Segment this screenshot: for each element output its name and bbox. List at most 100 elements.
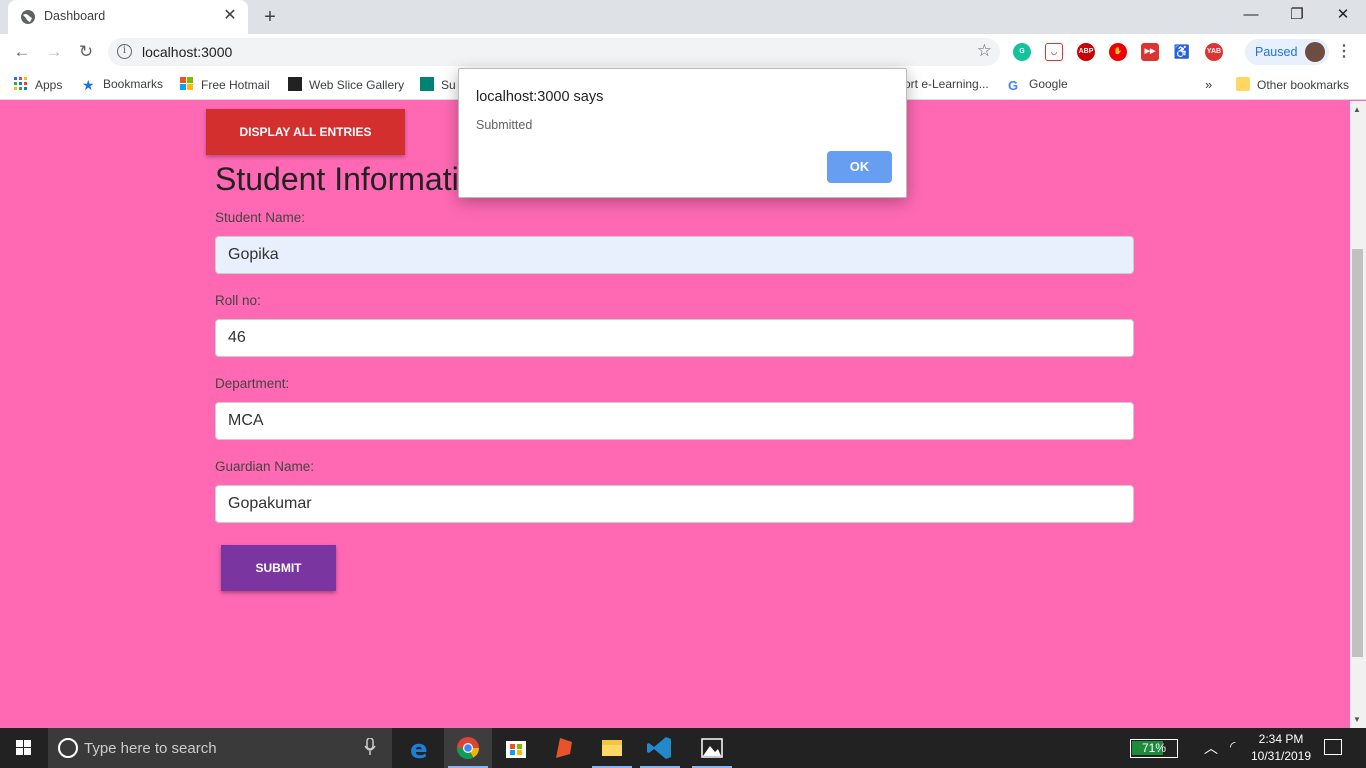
taskbar-file-explorer[interactable] [588,728,636,768]
bookmark-label: Su [441,78,456,92]
bookmark-label: Bookmarks [103,77,164,91]
scroll-down-icon[interactable]: ▼ [1353,715,1361,724]
bookmark-label: Other bookmarks [1257,78,1350,92]
page-scrollbar[interactable]: ▲ ▼ [1350,101,1366,728]
bookmark-label: Apps [35,78,63,92]
ok-button[interactable]: OK [827,151,892,183]
bookmark-label: Web Slice Gallery [309,78,405,92]
windows-taskbar: Type here to search e 71% ︿ ◜ 2:34 PM 10… [0,728,1366,768]
info-icon[interactable]: i [117,44,132,59]
cortana-icon [58,738,78,758]
new-tab-button[interactable]: + [258,6,282,28]
scrollbar-thumb[interactable] [1352,249,1363,657]
windows-start-icon[interactable] [0,728,48,768]
clock[interactable]: 2:34 PM 10/31/2019 [1248,731,1314,765]
close-tab-icon[interactable]: ✕ [220,6,240,26]
globe-icon [21,10,35,24]
bookmark-bing[interactable]: Su [420,77,456,92]
avatar [1305,42,1325,62]
vscode-icon [647,737,671,759]
battery-indicator[interactable]: 71% [1130,739,1178,758]
yab-icon[interactable]: YAB [1205,43,1223,61]
bookmark-google[interactable]: G Google [1008,77,1068,93]
taskbar-store[interactable] [492,728,540,768]
apps-grid-icon [14,77,27,90]
profile-button[interactable]: Paused [1245,39,1329,65]
clock-date: 10/31/2019 [1250,749,1312,763]
guardian-name-label: Guardian Name: [215,459,315,474]
google-icon: G [1008,78,1019,93]
taskbar-vscode[interactable] [636,728,684,768]
adblock-icon[interactable]: ABP [1077,43,1095,61]
student-name-input[interactable]: Gopika [215,236,1134,274]
store-icon [506,741,526,758]
roll-no-input[interactable]: 46 [215,319,1134,357]
bookmark-label: Free Hotmail [201,78,270,92]
tab-strip: Dashboard ✕ + — ❐ ✕ [0,0,1366,34]
accessibility-icon[interactable]: ♿ [1173,43,1191,61]
alert-dialog: localhost:3000 says Submitted OK [458,68,907,198]
roll-no-label: Roll no: [215,293,261,308]
star-icon[interactable]: ☆ [977,41,992,61]
chevron-up-icon[interactable]: ︿ [1204,738,1218,758]
back-button[interactable]: ← [10,40,34,64]
web-slice-icon [288,77,302,91]
bookmark-other[interactable]: Other bookmarks [1236,77,1349,92]
bookmark-apps[interactable]: Apps [14,77,62,92]
taskbar-search-box[interactable]: Type here to search [48,728,392,768]
taskbar-edge[interactable]: e [396,728,444,768]
svg-text:e: e [410,735,428,765]
close-window-button[interactable]: ✕ [1320,0,1366,32]
grammarly-icon[interactable]: G [1013,43,1031,61]
taskbar-photos[interactable] [688,728,736,768]
photos-icon [701,738,723,758]
windows-logo-icon [180,77,193,90]
pocket-icon[interactable]: ◡ [1045,43,1063,61]
bookmark-label: ort e-Learning... [904,77,989,91]
folder-icon [602,740,622,756]
forward-icon[interactable]: ▶▶ [1141,43,1159,61]
star-icon: ★ [82,77,95,93]
taskbar-app-red[interactable] [540,728,588,768]
scroll-up-icon[interactable]: ▲ [1353,105,1361,114]
browser-toolbar: ← → ↻ i localhost:3000 ☆ G ◡ ABP ✋ ▶▶ ♿ … [0,34,1366,70]
notification-icon[interactable] [1324,739,1342,755]
bookmarks-overflow-button[interactable]: » [1205,77,1212,92]
battery-percent: 71% [1141,741,1167,755]
clock-time: 2:34 PM [1258,732,1304,746]
department-label: Department: [215,376,290,391]
bing-icon [420,77,434,91]
guardian-name-input[interactable]: Gopakumar [215,485,1134,523]
alert-message: Submitted [476,118,533,132]
tab-title: Dashboard [44,9,106,23]
address-bar[interactable]: i localhost:3000 ☆ [108,38,1000,66]
forward-button[interactable]: → [42,40,66,64]
reload-button[interactable]: ↻ [74,40,98,64]
bookmark-label: Google [1029,77,1068,91]
search-placeholder: Type here to search [84,740,217,757]
minimize-button[interactable]: — [1228,0,1274,32]
student-name-label: Student Name: [215,210,306,225]
alert-heading: localhost:3000 says [476,89,604,105]
microphone-icon[interactable] [364,738,376,756]
restore-button[interactable]: ❐ [1274,0,1320,32]
taskbar-chrome[interactable] [444,728,492,768]
chrome-icon [457,737,479,759]
profile-status: Paused [1255,45,1298,59]
stop-icon[interactable]: ✋ [1109,43,1127,61]
wifi-icon[interactable]: ◜ [1230,738,1235,755]
bookmark-e-learning[interactable]: ort e-Learning... [904,77,989,91]
bookmark-free-hotmail[interactable]: Free Hotmail [180,77,270,92]
more-menu-icon[interactable]: ⋮ [1336,40,1352,64]
department-input[interactable]: MCA [215,402,1134,440]
folder-icon [1236,77,1250,91]
bookmark-bookmarks[interactable]: ★ Bookmarks [82,77,164,93]
url-text[interactable]: localhost:3000 [142,44,232,60]
app-icon [556,738,572,758]
tab-dashboard[interactable]: Dashboard ✕ [8,0,248,34]
edge-icon: e [410,735,428,765]
bookmark-web-slice-gallery[interactable]: Web Slice Gallery [288,77,404,92]
page-title: Student Informati [215,161,459,197]
display-all-entries-button[interactable]: DISPLAY ALL ENTRIES [206,109,405,155]
submit-button[interactable]: SUBMIT [221,545,336,591]
